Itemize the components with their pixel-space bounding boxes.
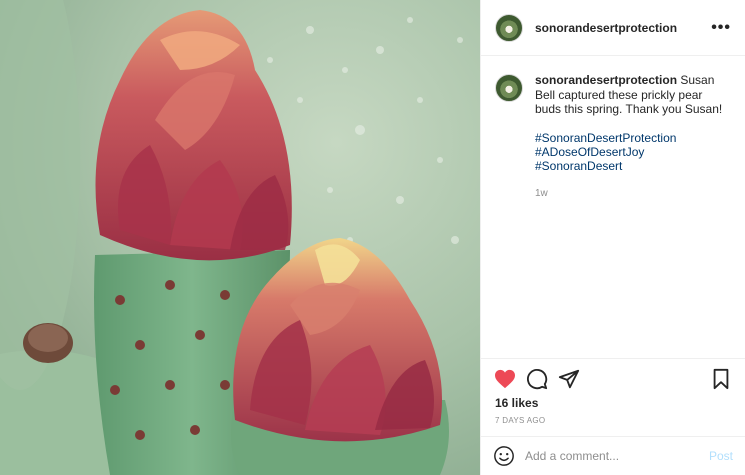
comment-icon[interactable] bbox=[525, 367, 549, 391]
post-date[interactable]: 7 DAYS AGO bbox=[495, 416, 545, 425]
comment-bar: Post bbox=[481, 436, 745, 475]
post-header: sonorandesertprotection ••• bbox=[481, 0, 745, 56]
likes-count[interactable]: 16 likes bbox=[495, 396, 538, 410]
caption-area: sonorandesertprotection Susan Bell captu… bbox=[481, 57, 745, 359]
prickly-pear-photo bbox=[0, 0, 480, 475]
hashtag-link[interactable]: #SonoranDesertProtection bbox=[535, 131, 731, 145]
heart-filled-icon[interactable] bbox=[493, 367, 517, 391]
ellipsis-icon[interactable]: ••• bbox=[711, 19, 731, 36]
hashtag-link[interactable]: #ADoseOfDesertJoy bbox=[535, 145, 731, 159]
header-username[interactable]: sonorandesertprotection bbox=[535, 21, 711, 35]
avatar[interactable] bbox=[495, 13, 523, 42]
caption-username[interactable]: sonorandesertprotection bbox=[535, 73, 677, 87]
bookmark-icon[interactable] bbox=[709, 367, 733, 391]
post-comment-button[interactable]: Post bbox=[709, 449, 733, 463]
comment-input[interactable] bbox=[525, 449, 709, 463]
smiley-icon[interactable] bbox=[493, 445, 515, 467]
hashtag-link[interactable]: #SonoranDesert bbox=[535, 159, 731, 173]
post-side-panel: sonorandesertprotection ••• sonorandeser… bbox=[480, 0, 745, 475]
action-bar bbox=[493, 366, 733, 392]
paper-plane-icon[interactable] bbox=[557, 367, 581, 391]
caption-avatar[interactable] bbox=[495, 74, 523, 102]
caption: sonorandesertprotection Susan Bell captu… bbox=[495, 73, 731, 201]
hashtag-list: #SonoranDesertProtection #ADoseOfDesertJ… bbox=[535, 131, 731, 173]
caption-body: sonorandesertprotection Susan Bell captu… bbox=[535, 73, 731, 201]
caption-time-ago[interactable]: 1w bbox=[535, 187, 731, 202]
post-photo[interactable] bbox=[0, 0, 480, 475]
